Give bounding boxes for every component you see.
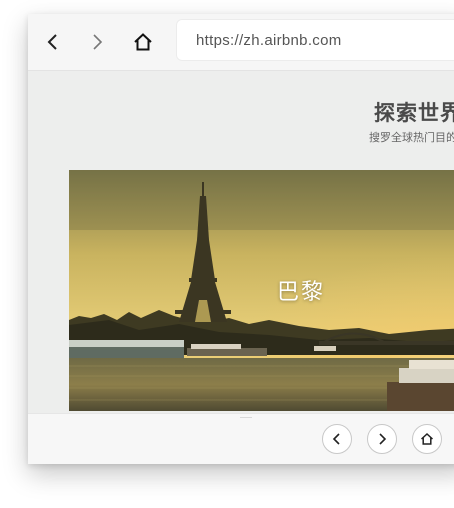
chevron-left-icon — [332, 433, 340, 445]
bottom-navigation-bar — [28, 413, 454, 464]
page-content: 探索世界 搜罗全球热门目的 巴黎 — [28, 71, 454, 411]
chevron-right-icon — [379, 433, 387, 445]
browser-window: https://zh.airbnb.com 探索世界 搜罗全球热门目的 巴黎 — [28, 14, 454, 464]
home-icon — [134, 33, 152, 51]
prev-button[interactable] — [322, 424, 352, 454]
url-text: https://zh.airbnb.com — [196, 31, 342, 49]
scroll-indicator — [240, 417, 252, 418]
forward-button[interactable] — [81, 26, 113, 58]
home-icon — [420, 432, 434, 445]
chevron-right-icon — [93, 34, 103, 50]
hero-card-paris[interactable]: 巴黎 — [69, 170, 454, 411]
page-title: 探索世界 — [374, 102, 454, 125]
page-subtitle: 搜罗全球热门目的 — [369, 132, 454, 144]
home-button[interactable] — [127, 26, 159, 58]
address-bar[interactable]: https://zh.airbnb.com — [176, 19, 454, 61]
chevron-left-icon — [47, 34, 57, 50]
hero-city-label: 巴黎 — [277, 279, 326, 304]
browser-toolbar: https://zh.airbnb.com — [28, 14, 454, 71]
back-button[interactable] — [37, 26, 69, 58]
hero-image — [69, 170, 454, 411]
next-button[interactable] — [367, 424, 397, 454]
home-button-bottom[interactable] — [412, 424, 442, 454]
